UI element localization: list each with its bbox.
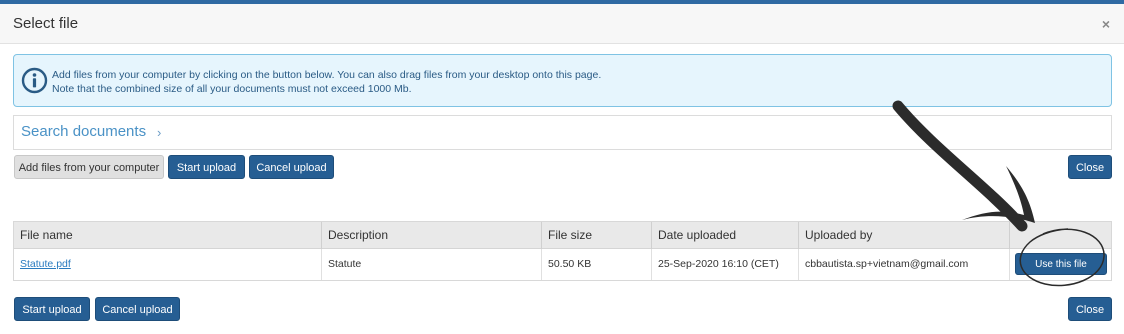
info-circle-icon: [21, 67, 48, 94]
start-upload-button-top[interactable]: Start upload: [168, 155, 245, 179]
column-header-date-uploaded[interactable]: Date uploaded: [652, 222, 799, 249]
cell-file-name: Statute.pdf: [14, 249, 322, 280]
cell-description: Statute: [322, 249, 542, 280]
use-this-file-button[interactable]: Use this file: [1015, 253, 1107, 275]
close-button-bottom[interactable]: Close: [1068, 297, 1112, 321]
info-text-line2: Note that the combined size of all your …: [52, 83, 412, 95]
column-header-action: [1010, 222, 1111, 249]
cancel-upload-button-bottom[interactable]: Cancel upload: [95, 297, 180, 321]
file-name-link[interactable]: Statute.pdf: [20, 258, 71, 270]
cell-file-size: 50.50 KB: [542, 249, 652, 280]
column-header-uploaded-by[interactable]: Uploaded by: [799, 222, 1010, 249]
close-icon[interactable]: ×: [1102, 16, 1110, 32]
close-button-top[interactable]: Close: [1068, 155, 1112, 179]
table-row: Statute.pdf Statute 50.50 KB 25-Sep-2020…: [14, 249, 1111, 280]
column-header-file-size[interactable]: File size: [542, 222, 652, 249]
add-files-button[interactable]: Add files from your computer: [14, 155, 164, 179]
cancel-upload-button-top[interactable]: Cancel upload: [249, 155, 334, 179]
modal-title: Select file: [13, 15, 79, 32]
table-header: File name Description File size Date upl…: [14, 222, 1111, 249]
modal-header: Select file ×: [0, 4, 1124, 44]
cell-uploaded-by: cbbautista.sp+vietnam@gmail.com: [799, 249, 1010, 280]
files-table: File name Description File size Date upl…: [13, 221, 1112, 281]
search-documents-panel[interactable]: Search documents ›: [13, 115, 1112, 150]
cell-date-uploaded: 25-Sep-2020 16:10 (CET): [652, 249, 799, 280]
column-header-file-name[interactable]: File name: [14, 222, 322, 249]
column-header-description[interactable]: Description: [322, 222, 542, 249]
info-text-line1: Add files from your computer by clicking…: [52, 69, 602, 81]
search-documents-link[interactable]: Search documents: [21, 123, 146, 140]
info-message: Add files from your computer by clicking…: [13, 54, 1112, 107]
chevron-right-icon[interactable]: ›: [157, 125, 161, 140]
start-upload-button-bottom[interactable]: Start upload: [14, 297, 90, 321]
